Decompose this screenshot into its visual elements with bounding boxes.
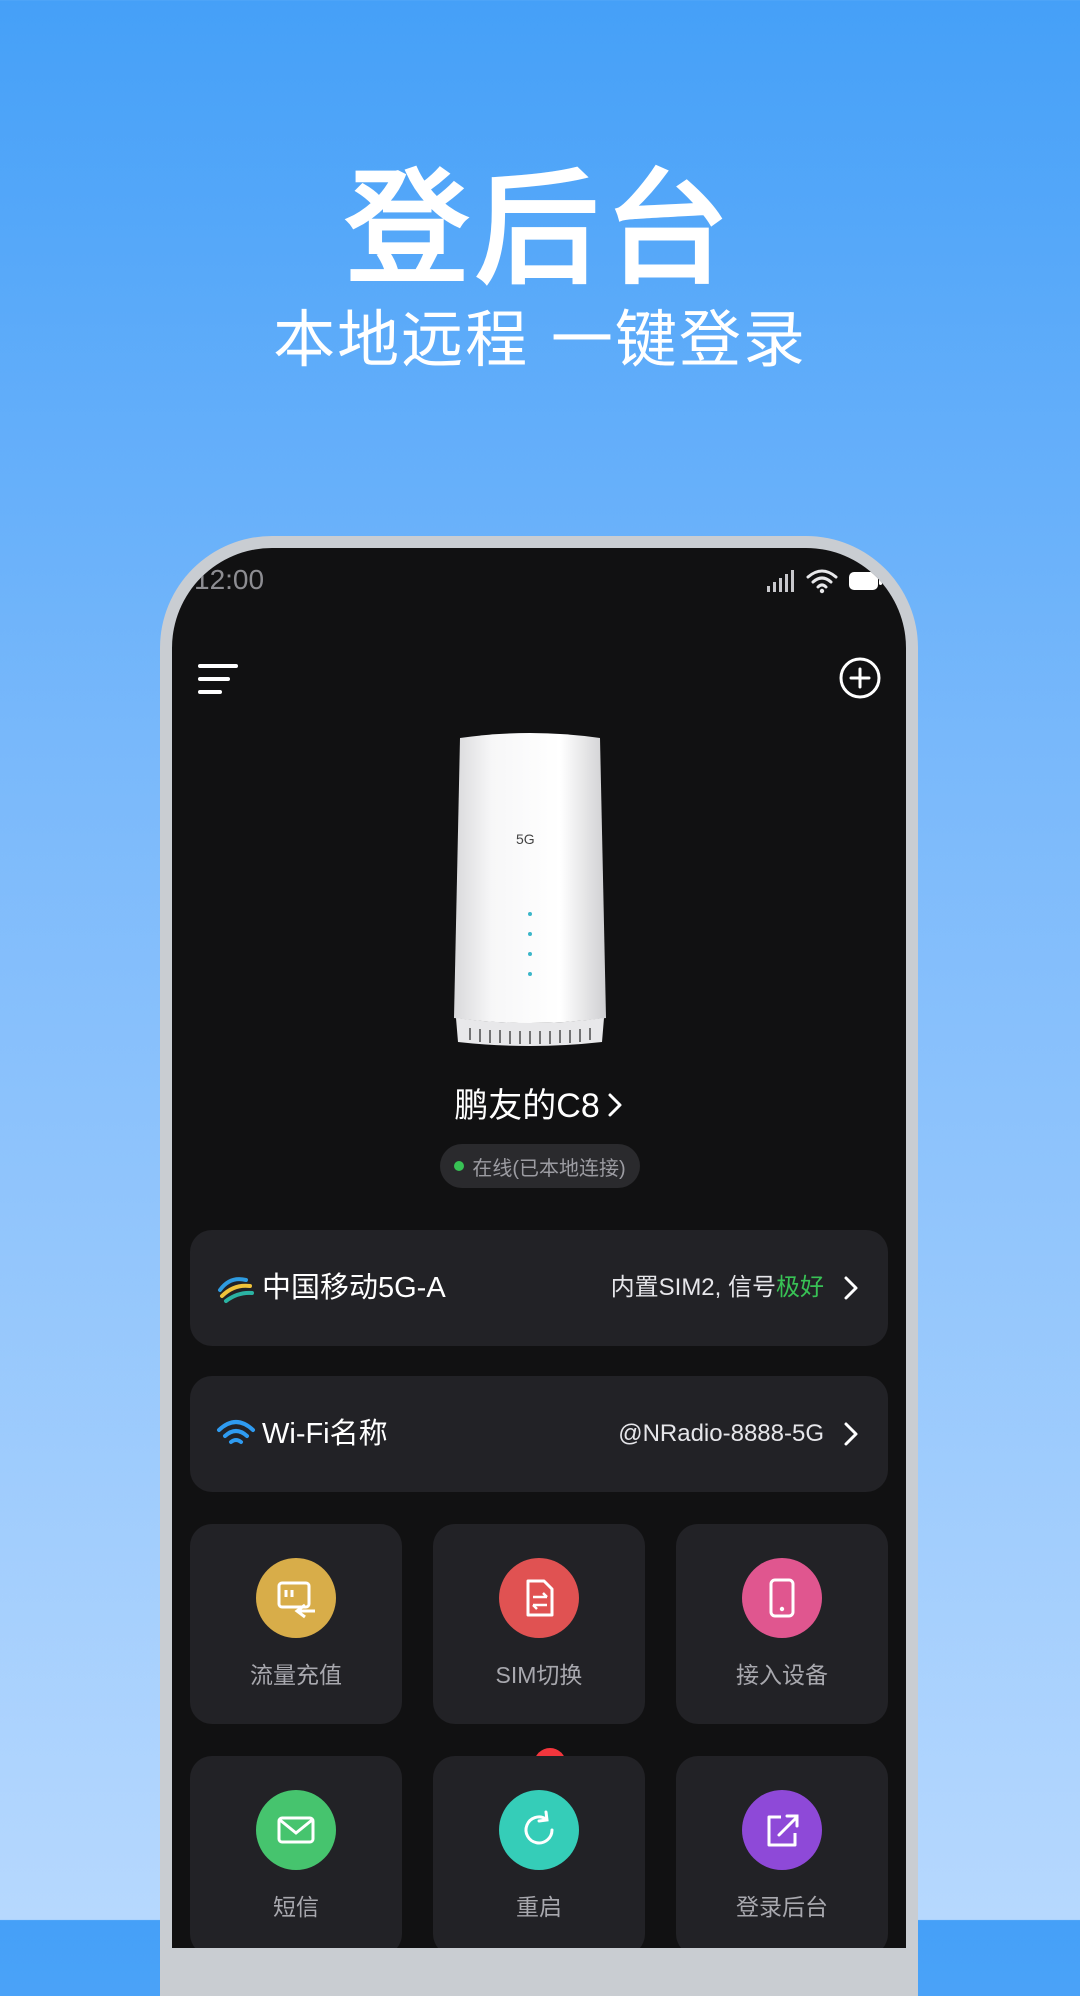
chevron-right-icon bbox=[844, 1422, 858, 1446]
router-5g-mark: 5G bbox=[516, 831, 535, 847]
wifi-title: Wi-Fi名称 bbox=[262, 1418, 388, 1450]
tile-label: 接入设备 bbox=[736, 1662, 828, 1688]
battery-icon bbox=[849, 572, 882, 590]
data-topup-icon bbox=[256, 1558, 336, 1638]
external-login-icon bbox=[742, 1790, 822, 1870]
wifi-icon bbox=[217, 1420, 255, 1444]
router-image: 5G bbox=[454, 733, 606, 1046]
device-name-label: 鹏友的C8 bbox=[454, 1087, 600, 1125]
status-time: 12:00 bbox=[194, 564, 265, 595]
promo-title: 登后台 bbox=[344, 158, 735, 302]
tile-connected-devices[interactable]: 接入设备 bbox=[676, 1524, 888, 1724]
device-name[interactable]: 鹏友的C8 bbox=[172, 1084, 906, 1128]
phone-screen: 12:00 5G 鹏友的C8 在线(已本地连接) 中国移动5G-A 内置SIM2… bbox=[172, 548, 906, 1948]
tile-label: 重启 bbox=[516, 1894, 562, 1920]
add-circle-icon[interactable] bbox=[838, 656, 882, 700]
tile-data-topup[interactable]: 流量充值 bbox=[190, 1524, 402, 1724]
status-icons bbox=[766, 568, 884, 594]
sim-switch-icon bbox=[499, 1558, 579, 1638]
phone-device-icon bbox=[742, 1558, 822, 1638]
signal-quality: 极好 bbox=[776, 1274, 824, 1301]
menu-icon[interactable] bbox=[196, 660, 240, 700]
wifi-card[interactable]: Wi-Fi名称 @NRadio-8888-5G bbox=[190, 1376, 888, 1492]
promo-subtitle: 本地远程 一键登录 bbox=[273, 303, 807, 376]
carrier-name: 中国移动5G-A bbox=[262, 1272, 446, 1304]
mail-icon bbox=[256, 1790, 336, 1870]
carrier-signal: 内置SIM2, 信号极好 bbox=[611, 1270, 824, 1306]
online-dot bbox=[454, 1161, 465, 1171]
tile-label: SIM切换 bbox=[495, 1662, 583, 1688]
wifi-icon bbox=[806, 569, 838, 594]
tile-label: 短信 bbox=[273, 1894, 319, 1920]
device-status-text: 在线(已本地连接) bbox=[472, 1157, 626, 1180]
carrier-card[interactable]: 中国移动5G-A 内置SIM2, 信号极好 bbox=[190, 1230, 888, 1346]
tile-label: 流量充值 bbox=[250, 1662, 342, 1688]
tile-sim-switch[interactable]: SIM切换 bbox=[433, 1524, 645, 1724]
carrier-signal-prefix: 内置SIM2, 信号 bbox=[610, 1274, 776, 1301]
signal-icon bbox=[767, 570, 794, 592]
tile-restart[interactable]: 重启 bbox=[433, 1756, 645, 1948]
tile-label: 登录后台 bbox=[736, 1894, 828, 1920]
device-status-badge: 在线(已本地连接) bbox=[440, 1144, 640, 1188]
tile-sms[interactable]: 短信 bbox=[190, 1756, 402, 1948]
tile-login-admin[interactable]: 登录后台 bbox=[676, 1756, 888, 1948]
chevron-right-icon bbox=[608, 1093, 622, 1117]
restart-icon bbox=[499, 1790, 579, 1870]
chevron-right-icon bbox=[844, 1276, 858, 1300]
china-mobile-logo-icon bbox=[218, 1277, 254, 1303]
wifi-ssid: @NRadio-8888-5G bbox=[618, 1420, 824, 1447]
